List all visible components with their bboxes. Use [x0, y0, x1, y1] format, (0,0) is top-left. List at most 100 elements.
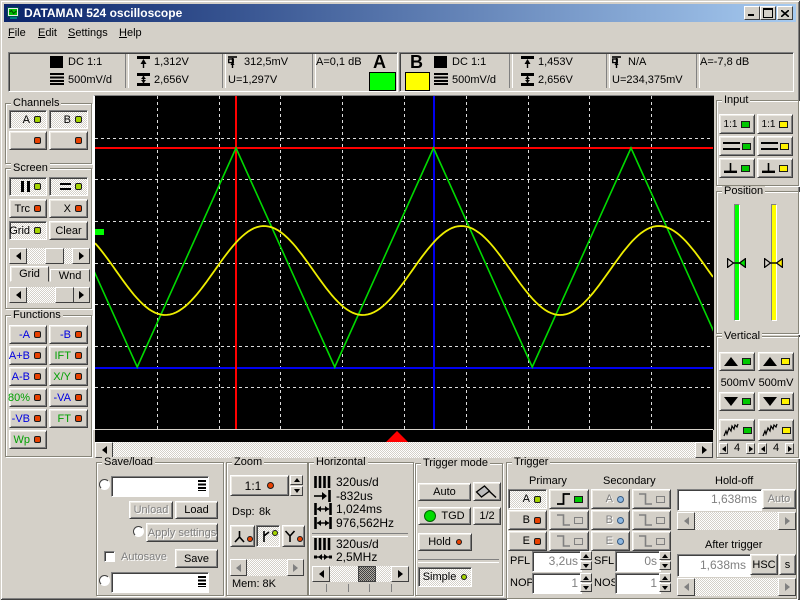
position-b-slider-thumb[interactable]	[764, 258, 783, 268]
count-b-decrement[interactable]	[758, 443, 767, 454]
function-wp-button[interactable]: Wp	[9, 430, 47, 449]
file-bottom-menu-icon[interactable]	[198, 576, 206, 587]
channel-a-aux-button[interactable]	[9, 131, 47, 150]
zoom-window-button[interactable]	[256, 525, 280, 547]
function-80-button[interactable]: 80%	[8, 388, 47, 407]
zoom-increment[interactable]	[290, 475, 303, 485]
primary-a-button[interactable]: A	[508, 489, 547, 509]
secondary-b-edge-button[interactable]	[632, 510, 671, 530]
tab-grid[interactable]: Grid	[10, 266, 49, 282]
function-xy-button[interactable]: X/Y	[49, 367, 88, 386]
title-bar[interactable]: DATAMAN 524 oscilloscope	[4, 4, 796, 22]
half-button[interactable]: 1/2	[473, 507, 501, 525]
primary-b-edge-button[interactable]	[549, 510, 589, 530]
range-down-b-button[interactable]	[758, 392, 794, 411]
apply-settings-button[interactable]: Apply settings	[146, 523, 218, 542]
auto-mode-button[interactable]: Auto	[418, 483, 471, 501]
timebase-scrollbar[interactable]	[312, 566, 409, 582]
input-coupling-b-button[interactable]	[757, 136, 793, 156]
sfl-increment[interactable]	[659, 551, 671, 560]
unload-button[interactable]: Unload	[129, 501, 173, 519]
function-a-button[interactable]: -A	[9, 325, 47, 344]
grid-intensity-scrollbar[interactable]	[9, 248, 90, 264]
secondary-e-button[interactable]: E	[591, 531, 630, 551]
hsc-button[interactable]: HSC	[750, 554, 778, 575]
function-vb-button[interactable]: -VB	[9, 409, 47, 428]
menu-edit[interactable]: Edit	[38, 24, 57, 43]
holdoff-auto-button[interactable]: Auto	[762, 489, 796, 509]
position-a-slider-thumb[interactable]	[727, 258, 746, 268]
file-top-radio[interactable]	[99, 479, 110, 490]
nos-increment[interactable]	[659, 573, 671, 582]
secondary-e-edge-button[interactable]	[632, 531, 671, 551]
range-down-a-button[interactable]	[719, 392, 755, 411]
grid-button[interactable]: Grid	[9, 221, 47, 240]
nop-decrement[interactable]	[580, 583, 592, 592]
input-ground-b-button[interactable]	[757, 158, 793, 178]
holdoff-input[interactable]: 1,638ms	[677, 489, 762, 511]
save-button[interactable]: Save	[175, 549, 218, 568]
after-trigger-scrollbar[interactable]	[677, 578, 796, 596]
menu-file[interactable]: File	[8, 24, 26, 43]
pause-button[interactable]	[9, 177, 47, 196]
pfl-input[interactable]: 3,2us	[532, 551, 582, 572]
scope-horizontal-scrollbar[interactable]	[95, 442, 713, 458]
tab-wnd[interactable]: Wnd	[50, 269, 90, 282]
zoom-scrollbar[interactable]	[230, 559, 304, 576]
function-ab-button[interactable]: A-B	[9, 367, 47, 386]
count-b-increment[interactable]	[785, 443, 794, 454]
simple-mode-button[interactable]: Simple	[418, 567, 472, 587]
close-button[interactable]	[777, 6, 793, 20]
average-a-button[interactable]	[719, 419, 755, 441]
nos-decrement[interactable]	[659, 583, 671, 592]
menu-help[interactable]: Help	[119, 24, 142, 43]
x-mode-button[interactable]: X	[49, 199, 88, 218]
nos-input[interactable]: 1	[615, 573, 661, 594]
zoom-all-button[interactable]	[230, 525, 255, 547]
channel-b-aux-button[interactable]	[49, 131, 88, 150]
nop-input[interactable]: 1	[532, 573, 582, 594]
pfl-decrement[interactable]	[580, 561, 592, 570]
function-ft-button[interactable]: FT	[49, 409, 88, 428]
file-top-input[interactable]	[111, 476, 209, 497]
channel-b-enable-button[interactable]: B	[49, 110, 88, 129]
sfl-decrement[interactable]	[659, 561, 671, 570]
secondary-a-button[interactable]: A	[591, 489, 630, 509]
primary-a-edge-button[interactable]	[549, 489, 589, 509]
maximize-button[interactable]	[760, 6, 776, 20]
function-b-button[interactable]: -B	[49, 325, 88, 344]
count-a-decrement[interactable]	[719, 443, 728, 454]
hold-button[interactable]: Hold	[418, 533, 472, 551]
count-a-increment[interactable]	[746, 443, 755, 454]
secondary-a-edge-button[interactable]	[632, 489, 671, 509]
nop-increment[interactable]	[580, 573, 592, 582]
input-gain-b-button[interactable]: 1:1	[757, 114, 793, 134]
window-position-scrollbar[interactable]	[9, 287, 90, 303]
seconds-button[interactable]: s	[779, 554, 796, 575]
input-ground-a-button[interactable]	[719, 158, 755, 178]
primary-e-button[interactable]: E	[508, 531, 547, 551]
function-va-button[interactable]: -VA	[49, 388, 88, 407]
channel-a-enable-button[interactable]: A	[9, 110, 47, 129]
holdoff-scrollbar[interactable]	[677, 512, 796, 530]
zoom-decrement[interactable]	[290, 486, 303, 496]
after-trigger-input[interactable]: 1,638ms	[677, 554, 751, 577]
flag-button[interactable]	[473, 482, 501, 501]
file-bottom-input[interactable]	[111, 572, 209, 593]
menu-settings[interactable]: Settings	[68, 24, 108, 43]
average-b-button[interactable]	[758, 419, 794, 441]
function-ab-button[interactable]: A+B	[9, 346, 47, 365]
zoom-segment-button[interactable]	[282, 525, 305, 547]
function-ift-button[interactable]: IFT	[49, 346, 88, 365]
zoom-ratio-button[interactable]: 1:1	[230, 475, 289, 496]
secondary-b-button[interactable]: B	[591, 510, 630, 530]
apply-settings-radio[interactable]	[133, 526, 144, 537]
tgd-button[interactable]: TGD	[418, 507, 471, 525]
input-coupling-a-button[interactable]	[719, 136, 755, 156]
primary-e-edge-button[interactable]	[549, 531, 589, 551]
trc-button[interactable]: Trc	[9, 199, 47, 218]
primary-b-button[interactable]: B	[508, 510, 547, 530]
lines-mode-button[interactable]	[49, 177, 88, 196]
input-gain-a-button[interactable]: 1:1	[719, 114, 755, 134]
range-up-b-button[interactable]	[758, 352, 794, 371]
